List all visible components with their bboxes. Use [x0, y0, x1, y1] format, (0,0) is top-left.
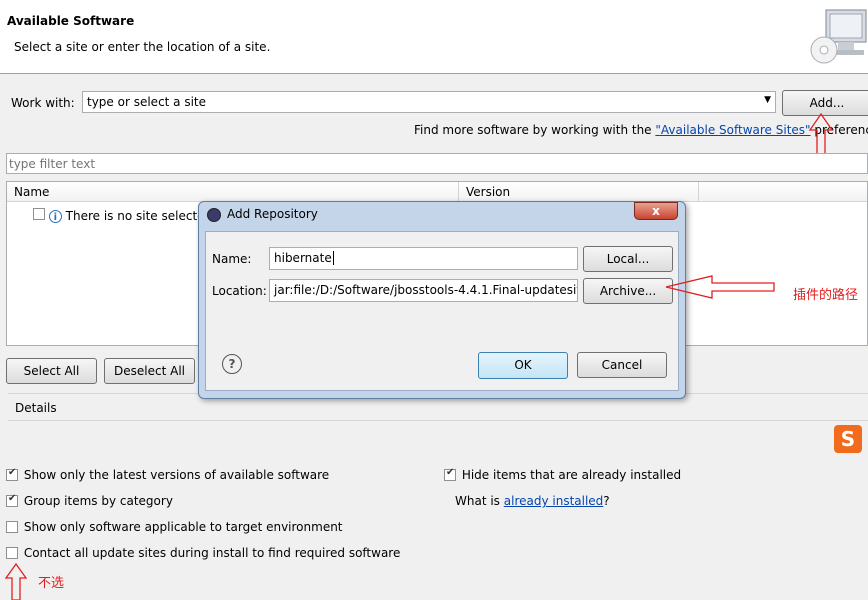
page-title: Available Software [7, 14, 135, 28]
available-software-sites-link[interactable]: "Available Software Sites" [655, 123, 810, 137]
show-applicable-checkbox[interactable] [6, 521, 18, 533]
close-button[interactable]: x [634, 202, 678, 220]
install-software-icon [810, 9, 867, 64]
deselect-all-button[interactable]: Deselect All [104, 358, 195, 384]
show-latest-checkbox[interactable] [6, 467, 18, 481]
column-header-version[interactable]: Version [459, 182, 699, 202]
annotation-arrow-left-icon [665, 275, 775, 299]
location-input[interactable]: jar:file:/D:/Software/jbosstools-4.4.1.F… [269, 279, 578, 302]
group-by-category-checkbox[interactable] [6, 493, 18, 507]
dialog-body: Name: hibernate Local... Location: jar:f… [205, 231, 679, 391]
show-applicable-label: Show only software applicable to target … [23, 520, 343, 534]
work-with-value: type or select a site [87, 95, 207, 109]
dropdown-arrow-icon[interactable]: ▼ [764, 95, 771, 105]
work-with-label: Work with: [11, 96, 75, 110]
contact-all-label: Contact all update sites during install … [23, 546, 401, 560]
details-area [8, 420, 868, 461]
annotation-plugin-path: 插件的路径 [793, 288, 859, 303]
add-repository-dialog: Add Repository x Name: hibernate Local..… [198, 201, 686, 399]
show-latest-label: Show only the latest versions of availab… [23, 468, 330, 482]
help-icon[interactable]: ? [222, 354, 242, 374]
archive-button[interactable]: Archive... [583, 278, 673, 304]
page-subtitle: Select a site or enter the location of a… [14, 40, 271, 54]
cancel-button[interactable]: Cancel [577, 352, 667, 378]
name-input[interactable]: hibernate [269, 247, 578, 270]
show-applicable-option[interactable]: Show only software applicable to target … [6, 520, 343, 534]
name-value: hibernate [274, 251, 332, 265]
ok-button[interactable]: OK [478, 352, 568, 379]
sogou-ime-icon[interactable]: S [834, 425, 862, 453]
dialog-title: Add Repository [227, 207, 318, 221]
eclipse-icon [207, 208, 221, 222]
group-by-category-option[interactable]: Group items by category [6, 493, 173, 508]
row-checkbox[interactable] [33, 208, 45, 220]
annotation-not-selected: 不选 [38, 576, 65, 591]
find-more-prefix: Find more software by working with the [414, 123, 656, 137]
work-with-combo[interactable]: type or select a site ▼ [82, 91, 776, 113]
location-label: Location: [212, 284, 267, 298]
wizard-header: Available Software Select a site or ente… [0, 0, 868, 74]
local-button[interactable]: Local... [583, 246, 673, 272]
column-header-name[interactable]: Name [7, 182, 459, 202]
show-latest-option[interactable]: Show only the latest versions of availab… [6, 467, 330, 482]
hide-installed-checkbox[interactable] [444, 467, 456, 481]
contact-all-checkbox[interactable] [6, 547, 18, 559]
what-is-suffix: ? [603, 494, 610, 508]
hide-installed-label: Hide items that are already installed [461, 468, 682, 482]
select-all-button[interactable]: Select All [6, 358, 97, 384]
contact-all-option[interactable]: Contact all update sites during install … [6, 546, 400, 560]
hide-installed-option[interactable]: Hide items that are already installed [444, 467, 682, 482]
column-header-empty [699, 182, 867, 202]
details-label: Details [15, 401, 57, 415]
filter-input[interactable] [6, 153, 868, 174]
annotation-arrow-up-icon [4, 562, 28, 600]
name-label: Name: [212, 252, 252, 266]
info-icon: i [48, 210, 62, 223]
table-row[interactable]: i There is no site selected. [33, 208, 216, 223]
group-by-category-label: Group items by category [23, 494, 173, 508]
what-is-text: What is already installed? [455, 494, 610, 508]
find-more-text: Find more software by working with the "… [414, 123, 868, 137]
location-value: jar:file:/D:/Software/jbosstools-4.4.1.F… [274, 283, 578, 297]
what-is-prefix: What is [455, 494, 504, 508]
already-installed-link[interactable]: already installed [504, 494, 604, 508]
row-text: There is no site selected. [65, 209, 216, 223]
